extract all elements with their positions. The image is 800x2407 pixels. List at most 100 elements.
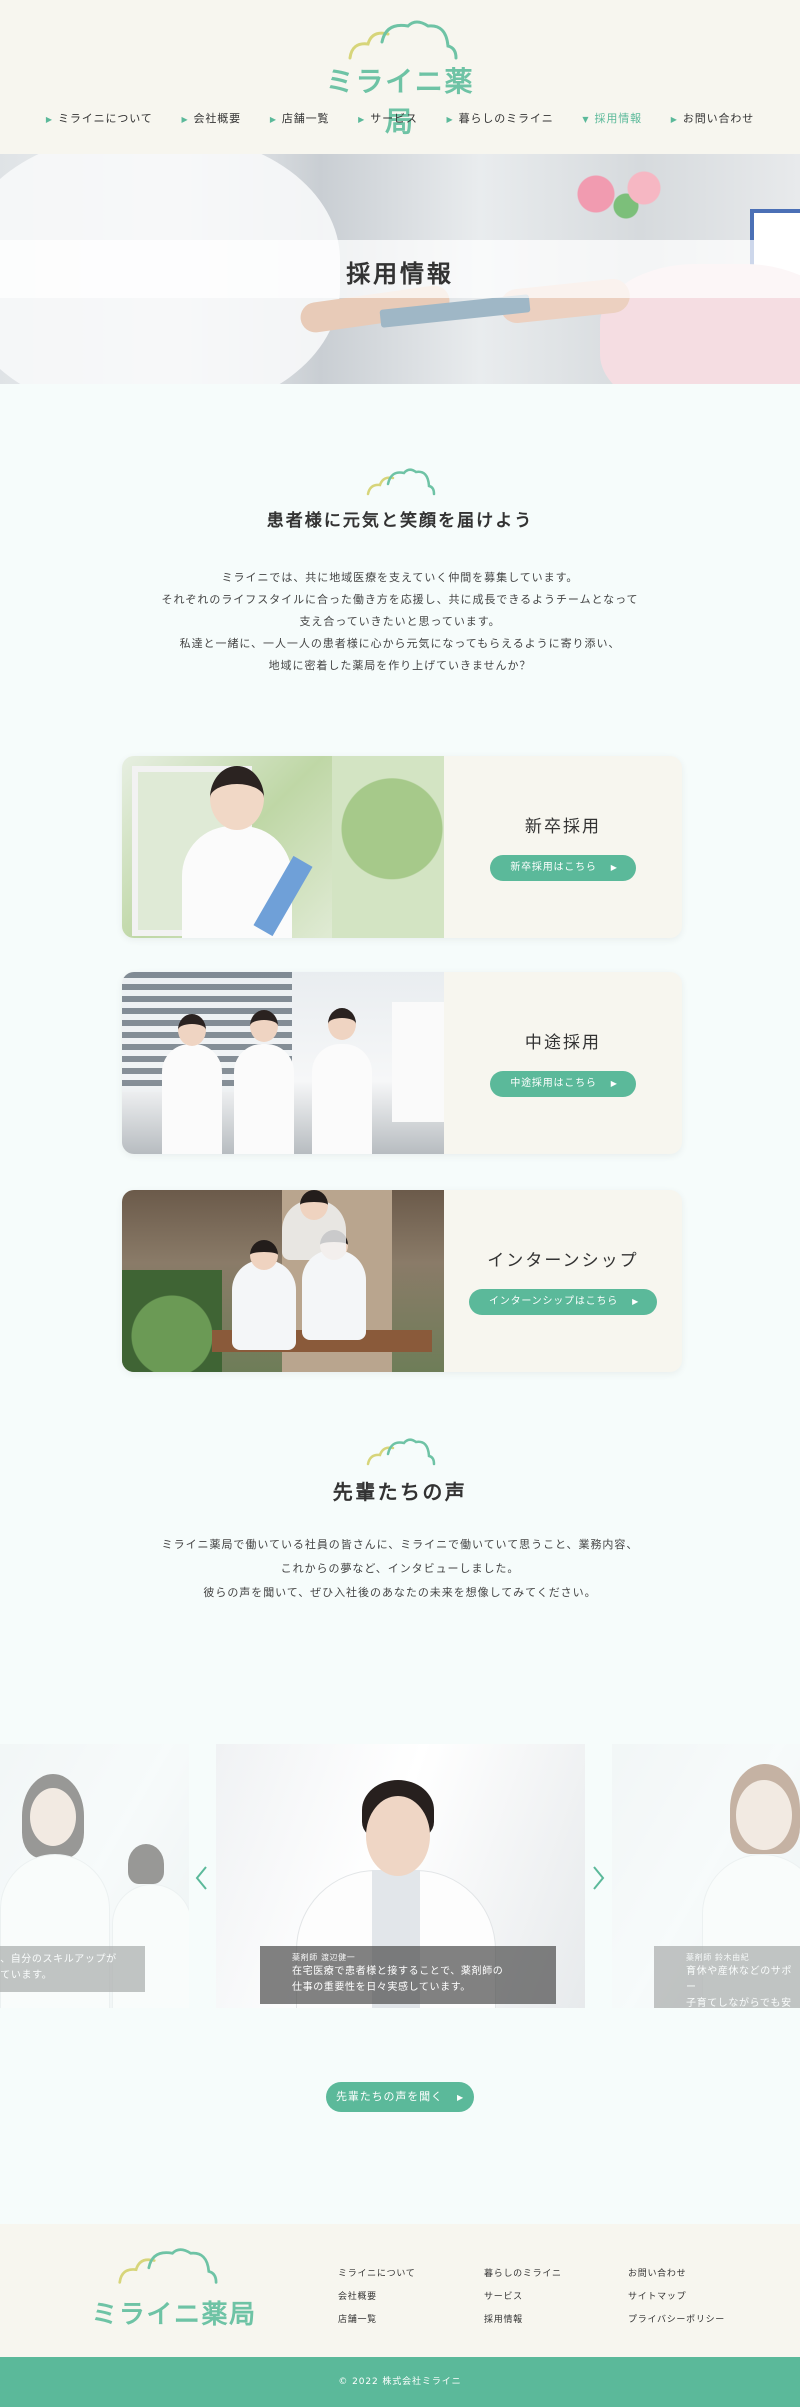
nav-item-label: 採用情報 [594,112,642,125]
nav-item-living[interactable]: ▶ 暮らしのミライニ [447,110,554,126]
voice-text: 在宅医療で患者様と接することで、薬剤師の [292,1966,504,1977]
footer-link-recruit[interactable]: 採用情報 [484,2312,562,2325]
site-footer: ミライニ薬局 ミライニについて 会社概要 店舗一覧 暮らしのミライニ サービス … [0,2224,800,2357]
voices-body: ミライニ薬局で働いている社員の皆さんに、ミライニで働いていて思うこと、業務内容、… [0,1533,800,1605]
triangle-right-icon: ▶ [632,1297,640,1306]
footer-links-col3: お問い合わせ サイトマップ プライバシーポリシー [628,2266,725,2335]
voice-slide-current[interactable]: 薬剤師 渡辺健一 在宅医療で患者様と接することで、薬剤師の 仕事の重要性を日々実… [216,1744,585,2008]
voice-text: しています。 [0,1970,53,1981]
triangle-right-icon: ▶ [45,115,53,124]
intro-line: 地域に密着した薬局を作り上げていきませんか？ [268,659,532,672]
voice-slide-prev[interactable]: ど、自分のスキルアップが しています。 [0,1744,189,2008]
triangle-right-icon: ▶ [456,2093,464,2102]
voice-caption: ど、自分のスキルアップが しています。 [0,1946,145,1992]
nav-item-label: ミライニについて [57,112,153,125]
footer-links-col1: ミライニについて 会社概要 店舗一覧 [338,2266,416,2335]
recruit-card-info: 新卒採用 新卒採用はこちら ▶ [444,756,682,938]
recruit-card-info: インターンシップ インターンシップはこちら ▶ [444,1190,682,1372]
voices-carousel: ど、自分のスキルアップが しています。 薬剤師 渡辺健一 在宅医療で患者様と接す… [0,1744,800,2008]
site-logo[interactable]: ミライニ薬局 [312,18,488,138]
intro-line: 支え合っていきたいと思っています。 [299,615,501,628]
intro-body: ミライニでは、共に地域医療を支えていく仲間を募集しています。 それぞれのライフス… [0,567,800,677]
nav-item-services[interactable]: ▶ サービス [358,110,418,126]
recruit-photo [122,756,444,938]
voice-slide-next[interactable]: 薬剤師 鈴木由紀 育休や産休などのサポー 子育てしながらでも安 [612,1744,800,2008]
voice-caption: 薬剤師 渡辺健一 在宅医療で患者様と接することで、薬剤師の 仕事の重要性を日々実… [260,1946,556,2004]
triangle-right-icon: ▶ [181,115,189,124]
nav-item-label: お問い合わせ [682,112,755,125]
triangle-right-icon: ▶ [610,863,618,872]
chevron-right-icon[interactable] [588,1864,608,1892]
voice-role: 薬剤師 鈴木由紀 [686,1953,750,1962]
nav-item-company[interactable]: ▶ 会社概要 [181,110,241,126]
nav-item-about[interactable]: ▶ ミライニについて [46,110,153,126]
voices-listen-button[interactable]: 先輩たちの声を聞く ▶ [326,2082,474,2112]
site-header: ミライニ薬局 ▶ ミライニについて ▶ 会社概要 ▶ 店舗一覧 ▶ サービス ▶ 暮らしの… [0,0,800,154]
triangle-right-icon: ▶ [610,1079,618,1088]
intro-line: ミライニでは、共に地域医療を支えていく仲間を募集しています。 [221,571,579,584]
nav-item-label: 暮らしのミライニ [458,112,554,125]
footer-link-living[interactable]: 暮らしのミライニ [484,2266,562,2279]
nav-item-stores[interactable]: ▶ 店舗一覧 [270,110,330,126]
intro-line: 私達と一緒に、一人一人の患者様に心から元気になってもらえるように寄り添い、 [179,637,621,650]
footer-link-about[interactable]: ミライニについて [338,2266,416,2279]
recruit-card-internship[interactable]: インターンシップ インターンシップはこちら ▶ [122,1190,682,1372]
voice-text: 育休や産休などのサポー [686,1966,792,1993]
footer-logo[interactable]: ミライニ薬局 [84,2246,264,2330]
recruit-photo [122,972,444,1154]
triangle-right-icon: ▶ [269,115,277,124]
internship-button[interactable]: インターンシップはこちら ▶ [468,1289,658,1315]
cloud-icon [366,1438,436,1466]
chevron-left-icon[interactable] [192,1864,212,1892]
cloud-icon [366,468,436,496]
triangle-right-icon: ▶ [446,115,454,124]
cloud-logo-icon [118,2248,218,2284]
nav-item-label: サービス [370,112,418,125]
footer-link-stores[interactable]: 店舗一覧 [338,2312,416,2325]
mid-career-button[interactable]: 中途採用はこちら ▶ [490,1071,636,1097]
button-label: 新卒採用はこちら [510,862,597,873]
recruit-card-title: 新卒採用 [524,817,602,837]
nav-item-label: 会社概要 [193,112,242,125]
recruit-section: 新卒採用 新卒採用はこちら ▶ 中途採用 中途採用はこちら ▶ インターンシップ イ… [0,756,800,1436]
voices-heading: 先輩たちの声 [332,1480,468,1504]
voices-line: 彼らの声を聞いて、ぜひ入社後のあなたの未来を想像してみてください。 [203,1586,597,1599]
global-nav: ▶ ミライニについて ▶ 会社概要 ▶ 店舗一覧 ▶ サービス ▶ 暮らしのミライニ ▼ 採… [0,110,800,126]
cloud-logo-icon [348,20,458,60]
recruit-card-info: 中途採用 中途採用はこちら ▶ [444,972,682,1154]
intro-line: それぞれのライフスタイルに合った働き方を応援し、共に成長できるようチームとなって [161,593,639,606]
logo-text: ミライニ薬局 [325,65,475,138]
button-label: 先輩たちの声を聞く [336,2090,443,2103]
recruit-card-mid-career[interactable]: 中途採用 中途採用はこちら ▶ [122,972,682,1154]
copyright-bar: © 2022 株式会社ミライニ [0,2357,800,2407]
page-title: 採用情報 [346,260,454,288]
hero-photo-flowers [560,164,680,224]
nav-item-recruit[interactable]: ▼ 採用情報 [582,110,642,126]
voice-text: 子育てしながらでも安 [686,1998,792,2008]
nav-item-label: 店舗一覧 [281,112,330,125]
voices-line: これからの夢など、インタビューしました。 [280,1562,520,1575]
copyright-text: © 2022 株式会社ミライニ [338,2377,462,2387]
triangle-right-icon: ▶ [670,115,678,124]
triangle-down-icon: ▼ [582,115,590,124]
footer-logo-text: ミライニ薬局 [91,2300,257,2330]
voices-section: 先輩たちの声 ミライニ薬局で働いている社員の皆さんに、ミライニで働いていて思うこ… [0,1436,800,2224]
footer-link-privacy[interactable]: プライバシーポリシー [628,2312,725,2325]
recruit-card-new-grad[interactable]: 新卒採用 新卒採用はこちら ▶ [122,756,682,938]
voice-caption: 薬剤師 鈴木由紀 育休や産休などのサポー 子育てしながらでも安 [654,1946,800,2008]
recruit-card-title: インターンシップ [487,1251,639,1271]
nav-item-contact[interactable]: ▶ お問い合わせ [671,110,754,126]
footer-link-contact[interactable]: お問い合わせ [628,2266,725,2279]
new-grad-button[interactable]: 新卒採用はこちら ▶ [490,855,636,881]
recruit-photo [122,1190,444,1372]
intro-section: 患者様に元気と笑顔を届けよう ミライニでは、共に地域医療を支えていく仲間を募集し… [0,384,800,756]
voice-role: 薬剤師 渡辺健一 [292,1953,356,1962]
footer-link-sitemap[interactable]: サイトマップ [628,2289,725,2302]
footer-link-services[interactable]: サービス [484,2289,562,2302]
voice-text: ど、自分のスキルアップが [0,1954,117,1965]
hero-banner: 採用情報 [0,154,800,384]
triangle-right-icon: ▶ [358,115,366,124]
footer-links-col2: 暮らしのミライニ サービス 採用情報 [484,2266,562,2335]
intro-heading: 患者様に元気と笑顔を届けよう [266,511,534,531]
footer-link-company[interactable]: 会社概要 [338,2289,416,2302]
